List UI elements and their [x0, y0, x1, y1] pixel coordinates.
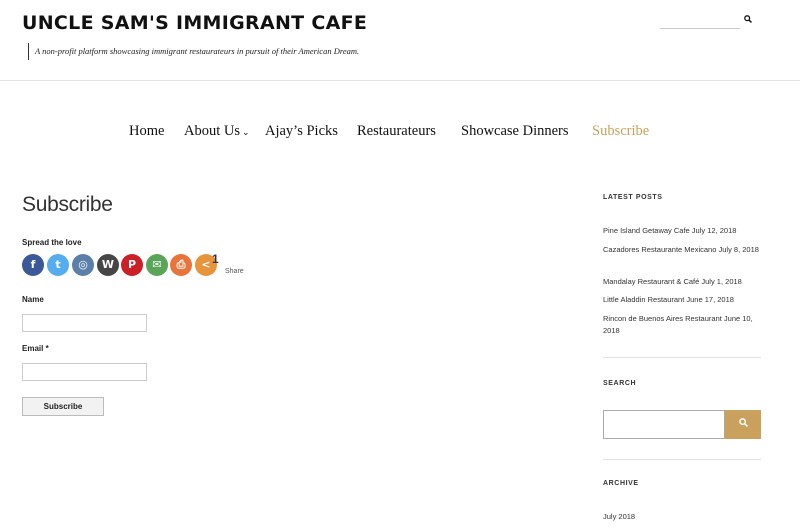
subscribe-button[interactable]: Subscribe — [22, 397, 104, 416]
nav-item-about-us[interactable]: About Us ⌄ — [184, 123, 250, 140]
email-label: Email * — [22, 344, 49, 353]
main-nav: Home About Us ⌄ Ajay’s Picks Restaurateur… — [0, 123, 800, 143]
email-field[interactable] — [22, 363, 147, 381]
sidebar-divider — [603, 357, 761, 358]
sidebar-search-button[interactable] — [725, 410, 761, 439]
instagram-icon[interactable]: ◎ — [72, 254, 94, 276]
wordpress-icon[interactable]: W — [97, 254, 119, 276]
archive-link-july-2018[interactable]: July 2018 — [603, 512, 635, 521]
share-count: 1 — [212, 252, 219, 266]
latest-post-link[interactable]: Mandalay Restaurant & Café July 1, 2018 — [603, 276, 761, 288]
header-divider — [0, 80, 800, 81]
nav-item-label: About Us — [184, 123, 240, 139]
share-count-label: Share — [225, 268, 244, 275]
site-tagline: A non-profit platform showcasing immigra… — [28, 43, 359, 60]
chevron-down-icon: ⌄ — [242, 127, 250, 137]
nav-item-subscribe[interactable]: Subscribe — [592, 123, 649, 140]
archive-widget-title: ARCHIVE — [603, 480, 639, 487]
header-search — [660, 14, 754, 30]
latest-post-link[interactable]: Little Aladdin Restaurant June 17, 2018 — [603, 294, 761, 306]
nav-item-showcase-dinners[interactable]: Showcase Dinners — [461, 123, 569, 140]
name-label: Name — [22, 295, 44, 304]
sidebar-search-input[interactable] — [603, 410, 725, 439]
latest-posts-title: LATEST POSTS — [603, 194, 663, 201]
header-search-input[interactable] — [660, 14, 740, 29]
nav-item-ajays-picks[interactable]: Ajay’s Picks — [265, 123, 338, 140]
spread-the-love-label: Spread the love — [22, 238, 82, 247]
latest-post-link[interactable]: Pine Island Getaway Cafe July 12, 2018 — [603, 225, 761, 237]
page-title: Subscribe — [22, 193, 113, 216]
search-icon[interactable] — [744, 15, 752, 25]
name-field[interactable] — [22, 314, 147, 332]
print-icon[interactable]: ⎙ — [170, 254, 192, 276]
nav-item-home[interactable]: Home — [129, 123, 164, 140]
nav-item-restaurateurs[interactable]: Restaurateurs — [357, 123, 436, 140]
latest-post-link[interactable]: Cazadores Restaurante Mexicano July 8, 2… — [603, 244, 761, 256]
twitter-icon[interactable]: t — [47, 254, 69, 276]
search-icon — [738, 418, 748, 430]
facebook-icon[interactable]: f — [22, 254, 44, 276]
pinterest-icon[interactable]: P — [121, 254, 143, 276]
sidebar-divider — [603, 459, 761, 460]
email-icon[interactable]: ✉ — [146, 254, 168, 276]
latest-post-link[interactable]: Rincon de Buenos Aires Restaurant June 1… — [603, 313, 761, 337]
site-title[interactable]: UNCLE SAM'S IMMIGRANT CAFE — [22, 12, 367, 34]
search-widget-title: SEARCH — [603, 380, 637, 387]
